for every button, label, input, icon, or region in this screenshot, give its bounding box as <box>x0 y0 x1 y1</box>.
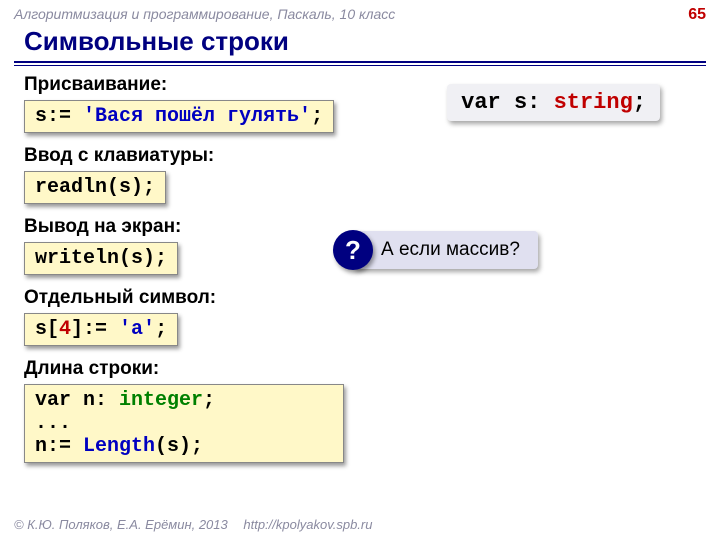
code-text: Length <box>83 435 155 458</box>
title-underline <box>14 61 706 66</box>
code-text: ... <box>35 412 71 435</box>
question-text: А если массив? <box>353 231 538 269</box>
code-text: s: <box>501 90 554 115</box>
code-text: (s); <box>155 435 203 458</box>
code-text: s:= <box>35 105 83 128</box>
slide-footer: © К.Ю. Поляков, Е.А. Ерёмин, 2013 http:/… <box>14 517 372 532</box>
copyright: © К.Ю. Поляков, Е.А. Ерёмин, 2013 <box>14 517 228 532</box>
question-callout: ? А если массив? <box>333 230 538 270</box>
code-text: writeln(s); <box>35 247 167 270</box>
section-length-label: Длина строки: <box>24 358 696 380</box>
code-text: readln(s); <box>35 176 155 199</box>
code-text: 'а' <box>119 318 155 341</box>
course-name: Алгоритмизация и программирование, Паска… <box>14 6 395 24</box>
page-title: Символьные строки <box>0 26 720 61</box>
section-input-label: Ввод с клавиатуры: <box>24 145 696 167</box>
code-input: readln(s); <box>24 171 166 204</box>
var-declaration-box: var s: string; <box>447 84 660 121</box>
section-char-label: Отдельный символ: <box>24 287 696 309</box>
slide-header: Алгоритмизация и программирование, Паска… <box>0 0 720 26</box>
code-assign: s:= 'Вася пошёл гулять'; <box>24 100 334 133</box>
code-text: ; <box>155 318 167 341</box>
footer-url: http://kpolyakov.spb.ru <box>243 517 372 532</box>
code-text: n: <box>71 389 119 412</box>
code-output: writeln(s); <box>24 242 178 275</box>
code-text: ]:= <box>71 318 119 341</box>
code-length: var n: integer; ... n:= Length(s); <box>24 384 344 463</box>
content-area: var s: string; Присваивание: s:= 'Вася п… <box>0 74 720 463</box>
code-text: var <box>35 389 71 412</box>
code-text: ; <box>311 105 323 128</box>
code-text: n:= <box>35 435 83 458</box>
code-text: integer <box>119 389 203 412</box>
code-text: s[ <box>35 318 59 341</box>
code-text: var <box>461 90 501 115</box>
code-text: string <box>554 90 633 115</box>
page-number: 65 <box>688 6 706 24</box>
code-text: ; <box>203 389 215 412</box>
question-mark-icon: ? <box>333 230 373 270</box>
code-char: s[4]:= 'а'; <box>24 313 178 346</box>
code-text: ; <box>633 90 646 115</box>
code-text: 4 <box>59 318 71 341</box>
code-text: 'Вася пошёл гулять' <box>83 105 311 128</box>
